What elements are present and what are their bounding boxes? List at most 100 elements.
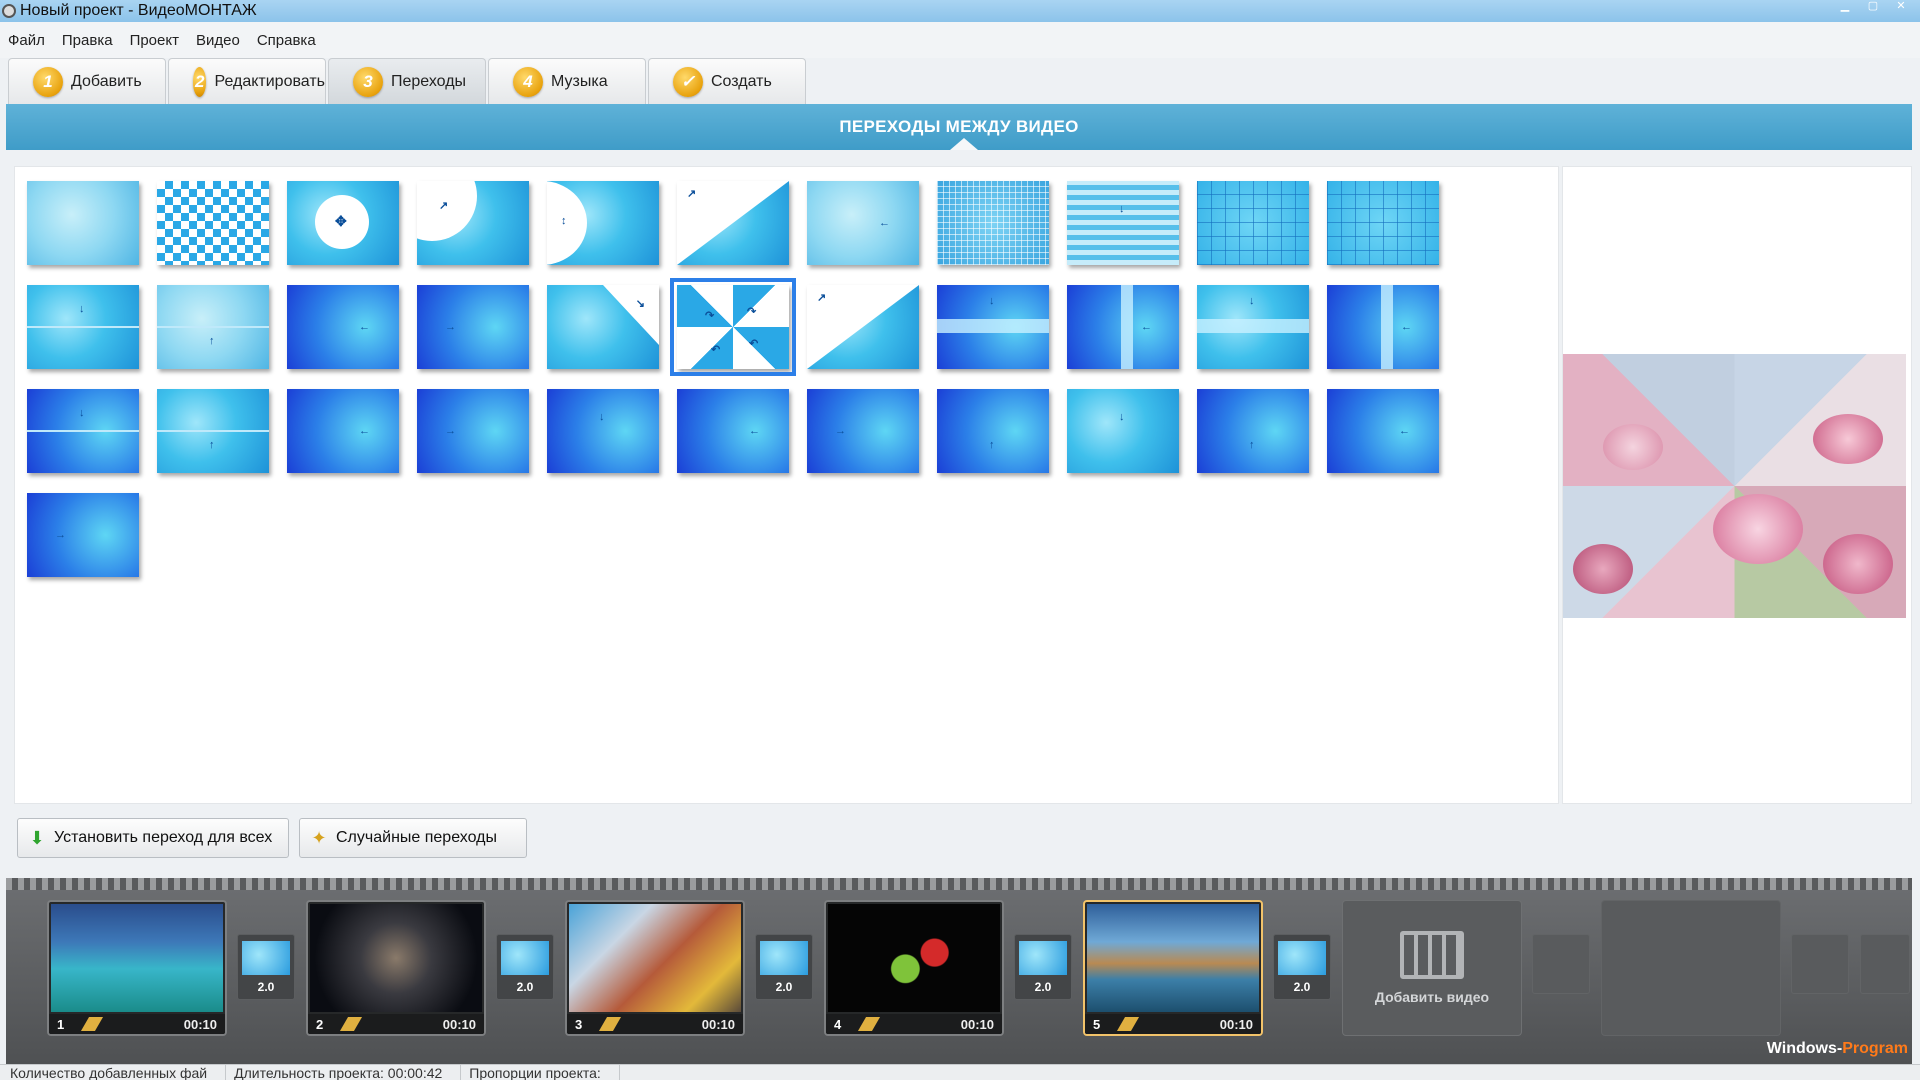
tab-label: Добавить <box>71 72 142 90</box>
tab-add[interactable]: 1 Добавить <box>8 58 166 104</box>
transition-item[interactable] <box>27 181 157 285</box>
transition-item[interactable]: → <box>807 389 937 493</box>
menu-bar: Файл Правка Проект Видео Справка <box>0 22 1920 58</box>
timeline-transition[interactable]: 2.0 <box>1014 934 1072 1000</box>
transition-item[interactable]: ↓ <box>937 285 1067 389</box>
transition-item[interactable]: → <box>27 493 157 597</box>
transition-thumbnail: ✥ <box>287 181 399 265</box>
transition-item[interactable]: ↘ <box>547 285 677 389</box>
transition-item[interactable]: ← <box>287 389 417 493</box>
transition-item[interactable]: ↗ <box>807 285 937 389</box>
restore-icon[interactable]: ▢ <box>1862 0 1884 14</box>
transition-thumbnail <box>1019 941 1067 975</box>
transition-item[interactable] <box>157 181 287 285</box>
tab-edit[interactable]: 2 Редактировать <box>168 58 326 104</box>
transition-thumbnail: ↓ <box>1067 181 1179 265</box>
direction-arrow-icon: ↗ <box>687 188 697 200</box>
transition-item[interactable]: ← <box>1067 285 1197 389</box>
tab-music[interactable]: 4 Музыка <box>488 58 646 104</box>
add-video-button[interactable]: Добавить видео <box>1342 900 1522 1036</box>
direction-arrow-icon: ↓ <box>1119 203 1125 215</box>
direction-arrow-icon: ↓ <box>989 295 995 307</box>
tab-create[interactable]: ✓ Создать <box>648 58 806 104</box>
transition-item[interactable]: ↗ <box>677 181 807 285</box>
transition-duration: 2.0 <box>1293 980 1311 994</box>
clip-info-bar: 3 00:10 <box>567 1014 743 1034</box>
timeline-transition[interactable]: 2.0 <box>755 934 813 1000</box>
timeline-transition[interactable]: 2.0 <box>237 934 295 1000</box>
transition-thumbnail: ↑ <box>1197 389 1309 473</box>
transition-item[interactable]: ↑ <box>937 389 1067 493</box>
minimize-icon[interactable]: ▁ <box>1834 0 1856 14</box>
direction-arrow-icon: ↗ <box>439 200 449 212</box>
transition-item[interactable]: ← <box>677 389 807 493</box>
transition-item[interactable]: ↓ <box>1197 285 1327 389</box>
transition-item[interactable]: ↓ <box>547 389 677 493</box>
clip-duration: 00:10 <box>960 1016 994 1032</box>
direction-arrow-icon: → <box>445 321 456 333</box>
transition-item[interactable]: ← <box>1327 285 1457 389</box>
direction-arrow-icon: ← <box>359 321 370 333</box>
transition-item[interactable]: ↕ <box>547 181 677 285</box>
direction-arrow-icon: ✥ <box>335 213 347 229</box>
menu-help[interactable]: Справка <box>257 32 316 49</box>
transition-thumbnail: ← <box>287 389 399 473</box>
timeline-clip[interactable]: 1 00:10 <box>47 900 227 1036</box>
transition-item[interactable]: ← <box>1327 389 1457 493</box>
transition-item[interactable]: ↓ <box>27 285 157 389</box>
preview-panel <box>1562 166 1912 804</box>
tab-label: Создать <box>711 72 772 90</box>
timeline-transition[interactable]: 2.0 <box>1273 934 1331 1000</box>
direction-arrow-icon: ← <box>1401 321 1412 333</box>
clip-thumbnail <box>1087 904 1259 1012</box>
menu-file[interactable]: Файл <box>8 32 45 49</box>
transition-item[interactable]: ↑ <box>157 285 287 389</box>
menu-edit[interactable]: Правка <box>62 32 113 49</box>
direction-arrow-icon: ← <box>1141 321 1152 333</box>
edit-pencil-icon[interactable] <box>1116 1017 1140 1031</box>
transition-item[interactable]: ↓ <box>27 389 157 493</box>
direction-arrow-icon: ↑ <box>1249 439 1255 451</box>
timeline-clip[interactable]: 2 00:10 <box>306 900 486 1036</box>
transition-item[interactable]: ✥ <box>287 181 417 285</box>
transition-item[interactable]: ↑ <box>1197 389 1327 493</box>
apply-all-button[interactable]: ⬇ Установить переход для всех <box>17 818 289 858</box>
status-files-count: Количество добавленных фай <box>10 1065 227 1080</box>
close-icon[interactable]: ✕ <box>1890 0 1912 14</box>
step-badge: 2 <box>193 66 207 97</box>
transition-duration: 2.0 <box>775 980 793 994</box>
transition-thumbnail: ← <box>807 181 919 265</box>
transition-item[interactable]: ↷ ↷ ↶ ↶ <box>670 278 807 389</box>
transition-thumbnail: ↑ <box>937 389 1049 473</box>
transition-item[interactable] <box>937 181 1067 285</box>
transition-item[interactable]: ↓ <box>1067 181 1197 285</box>
transition-item[interactable]: → <box>417 389 547 493</box>
transition-item[interactable]: → <box>417 285 547 389</box>
timeline-transition[interactable]: 2.0 <box>496 934 554 1000</box>
menu-video[interactable]: Видео <box>196 32 240 49</box>
timeline-clip[interactable]: 4 00:10 <box>824 900 1004 1036</box>
section-header: ПЕРЕХОДЫ МЕЖДУ ВИДЕО <box>6 104 1912 150</box>
transition-item[interactable]: ↑ <box>157 389 287 493</box>
edit-pencil-icon[interactable] <box>857 1017 881 1031</box>
transition-item[interactable] <box>1197 181 1327 285</box>
transition-item[interactable]: ← <box>287 285 417 389</box>
edit-pencil-icon[interactable] <box>80 1017 104 1031</box>
transition-item[interactable] <box>1327 181 1457 285</box>
transition-duration: 2.0 <box>516 980 534 994</box>
timeline-clip[interactable]: 5 00:10 <box>1083 900 1263 1036</box>
edit-pencil-icon[interactable] <box>598 1017 622 1031</box>
direction-arrow-icon: ← <box>359 425 370 437</box>
random-transitions-button[interactable]: ✦ Случайные переходы <box>299 818 527 858</box>
edit-pencil-icon[interactable] <box>339 1017 363 1031</box>
transition-item[interactable]: ← <box>807 181 937 285</box>
transition-thumbnail <box>1197 181 1309 265</box>
timeline-clip[interactable]: 3 00:10 <box>565 900 745 1036</box>
tab-label: Музыка <box>551 72 608 90</box>
tab-transitions[interactable]: 3 Переходы <box>328 58 486 104</box>
transition-item[interactable]: ↗ <box>417 181 547 285</box>
transition-item[interactable]: ↓ <box>1067 389 1197 493</box>
menu-project[interactable]: Проект <box>130 32 179 49</box>
check-icon: ✓ <box>673 66 703 97</box>
window-title: Новый проект - ВидеоМОНТАЖ <box>20 2 257 19</box>
